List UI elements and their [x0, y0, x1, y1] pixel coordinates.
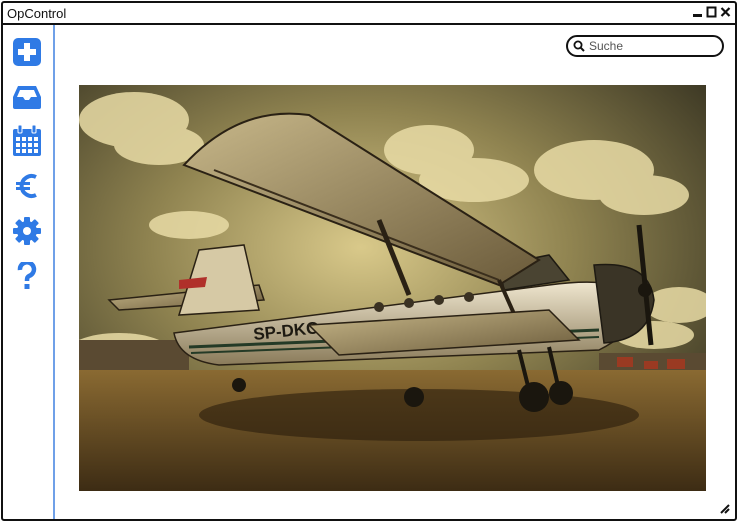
settings-button[interactable]: [12, 216, 42, 246]
calendar-button[interactable]: [12, 125, 42, 156]
aircraft-image: SP-DKO: [79, 85, 706, 491]
inbox-button[interactable]: [12, 82, 42, 112]
window-title: OpControl: [7, 6, 67, 21]
plus-square-icon: [13, 38, 41, 66]
inbox-icon: [13, 86, 41, 109]
finance-button[interactable]: [12, 171, 42, 201]
add-button[interactable]: [12, 37, 42, 67]
help-button[interactable]: [12, 261, 42, 291]
window-controls: [692, 6, 731, 18]
resize-handle-icon[interactable]: [719, 503, 731, 515]
search-icon: [573, 40, 585, 52]
title-bar: OpControl: [3, 3, 735, 25]
search-input[interactable]: [589, 39, 709, 53]
aircraft-photo: SP-DKO: [79, 85, 706, 491]
app-window: OpControl Suche SP-DKO: [1, 1, 737, 521]
minimize-icon[interactable]: [692, 6, 703, 18]
sidebar: [3, 25, 55, 519]
euro-icon: [16, 174, 37, 198]
gear-icon: [13, 217, 41, 245]
close-icon[interactable]: [720, 6, 731, 18]
maximize-icon[interactable]: [706, 6, 717, 18]
search-box[interactable]: [566, 35, 724, 57]
calendar-icon: [13, 125, 41, 156]
help-icon: [17, 262, 37, 289]
